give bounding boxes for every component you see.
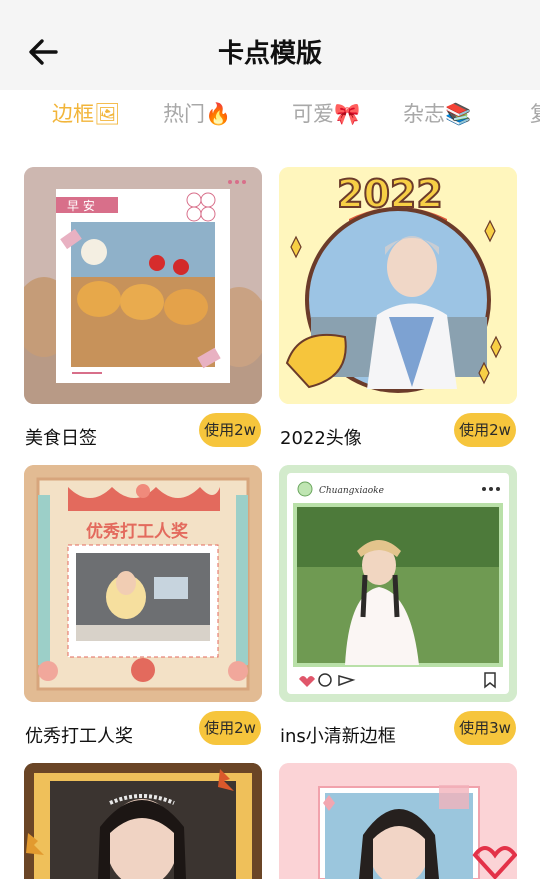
template-thumbnail xyxy=(24,763,262,879)
template-name: ins小清新边框 xyxy=(280,726,396,747)
template-thumbnail: 优秀打工人奖 xyxy=(24,465,262,702)
usage-badge: 使用2w xyxy=(199,711,261,745)
template-thumbnail: 2022 xyxy=(279,167,517,404)
top-bar: 卡点模版 xyxy=(0,0,540,90)
tab-more[interactable]: 复 xyxy=(530,98,540,128)
template-card-autumn-frame[interactable] xyxy=(24,763,262,879)
template-card-pink-frame[interactable] xyxy=(279,763,517,879)
tab-border[interactable]: 边框🖼 xyxy=(52,98,121,128)
usage-badge: 使用2w xyxy=(199,413,261,447)
tab-magazine[interactable]: 杂志📚 xyxy=(403,98,471,128)
template-card-best-worker[interactable]: 优秀打工人奖 xyxy=(24,465,262,702)
template-thumbnail: Chuangxiaoke xyxy=(279,465,517,702)
template-thumbnail xyxy=(279,763,517,879)
template-card-food-daily[interactable]: 早 安 xyxy=(24,167,262,404)
tag-text: 早 安 xyxy=(67,198,95,213)
award-banner-text: 优秀打工人奖 xyxy=(86,521,189,542)
template-name: 优秀打工人奖 xyxy=(25,726,133,747)
usage-badge: 使用3w xyxy=(454,711,516,745)
handle-text: Chuangxiaoke xyxy=(319,486,384,496)
tab-hot[interactable]: 热门🔥 xyxy=(163,98,231,128)
template-thumbnail: 早 安 xyxy=(24,167,262,404)
template-card-ins-fresh-frame[interactable]: Chuangxiaoke xyxy=(279,465,517,702)
template-name: 美食日签 xyxy=(25,428,97,449)
usage-badge: 使用2w xyxy=(454,413,516,447)
template-card-2022-avatar[interactable]: 2022 xyxy=(279,167,517,404)
category-tabs: 边框🖼 热门🔥 可爱🎀 杂志📚 复 xyxy=(0,90,540,140)
template-name: 2022头像 xyxy=(280,428,362,449)
page-title: 卡点模版 xyxy=(217,39,322,69)
tab-cute[interactable]: 可爱🎀 xyxy=(292,98,360,128)
